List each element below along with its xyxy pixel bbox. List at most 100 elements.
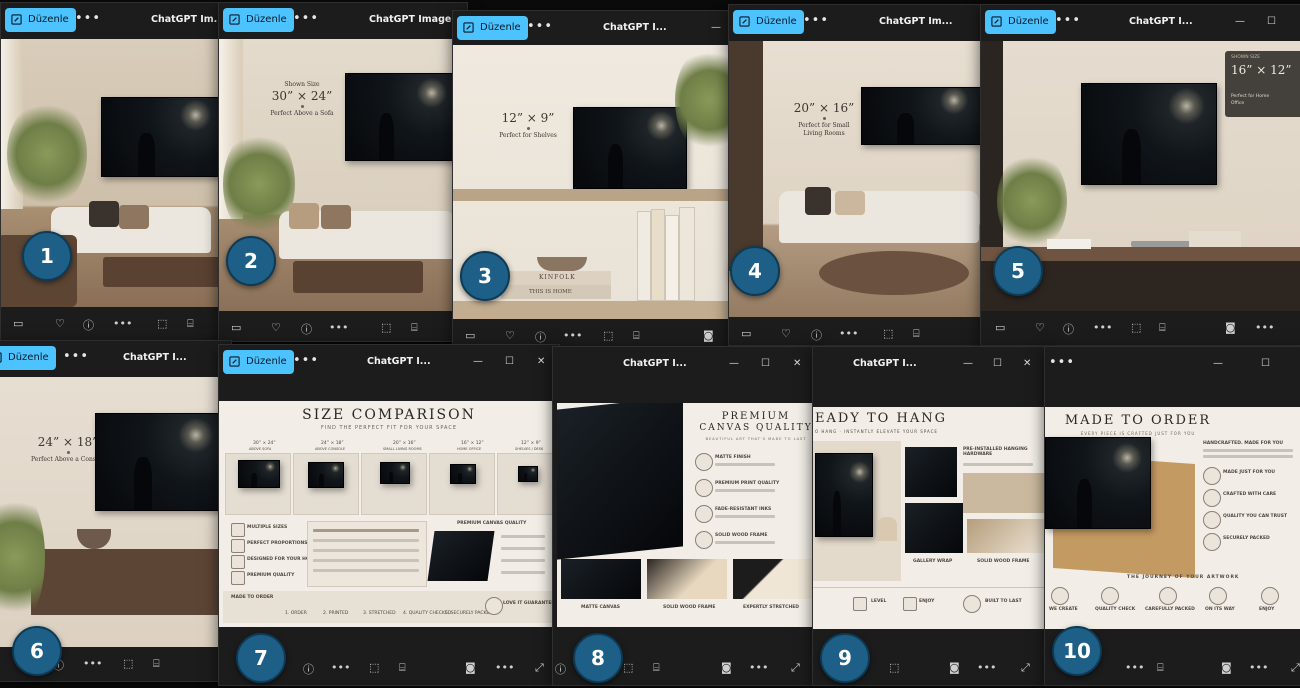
crop-icon[interactable]: ⬚ — [603, 329, 613, 342]
minimize-button[interactable]: — — [1235, 16, 1245, 27]
crop-icon[interactable]: ⬚ — [381, 321, 391, 334]
filmstrip-icon[interactable]: ▭ — [995, 321, 1005, 334]
visual-search-icon[interactable]: ◙ — [703, 329, 714, 342]
crop-icon[interactable]: ⬚ — [889, 661, 899, 674]
filmstrip-icon[interactable]: ▭ — [741, 327, 751, 340]
minimize-button[interactable]: — — [729, 358, 739, 369]
info-icon[interactable]: ⓘ — [555, 661, 566, 677]
window-titlebar: Düzenle ••• ChatGPT Im... — [1, 3, 229, 39]
text-scan-icon[interactable]: ⌸ — [1159, 321, 1166, 335]
heart-icon[interactable]: ♡ — [271, 321, 281, 334]
window-title: ChatGPT I... — [603, 22, 667, 33]
maximize-button[interactable]: ☐ — [1261, 358, 1270, 369]
info-icon[interactable]: ⓘ — [301, 321, 312, 337]
number-badge: 6 — [12, 626, 62, 676]
edit-button[interactable]: Düzenle — [985, 10, 1056, 34]
edit-pencil-icon — [229, 14, 240, 25]
filmstrip-icon[interactable]: ▭ — [231, 321, 241, 334]
close-button[interactable]: ✕ — [793, 358, 801, 369]
text-scan-icon[interactable]: ⌸ — [411, 321, 418, 335]
more-options-button[interactable]: ••• — [803, 13, 829, 28]
photo-toolbar: ▭ ♡ ⓘ ••• ⬚ ⌸ ◙ ••• — [981, 311, 1300, 345]
text-scan-icon[interactable]: ⌸ — [187, 317, 194, 331]
maximize-button[interactable]: ☐ — [993, 358, 1002, 369]
more-options-button[interactable]: ••• — [1093, 321, 1112, 334]
visual-search-icon[interactable]: ◙ — [465, 661, 476, 674]
heart-icon[interactable]: ♡ — [505, 329, 515, 342]
edit-button[interactable]: Düzenle — [223, 350, 294, 374]
visual-search-icon[interactable]: ◙ — [949, 661, 960, 674]
window-titlebar: ChatGPT I... — ☐ ✕ — [553, 347, 819, 383]
card-heading-2: CANVAS QUALITY — [699, 423, 813, 433]
heart-icon[interactable]: ♡ — [1035, 321, 1045, 334]
more-options-button[interactable]: ••• — [495, 661, 514, 674]
minimize-button[interactable]: — — [1213, 358, 1223, 369]
more-options-button[interactable]: ••• — [293, 353, 319, 368]
fullscreen-icon[interactable]: ⤢ — [535, 661, 544, 675]
heart-icon[interactable]: ♡ — [55, 317, 65, 330]
edit-button[interactable]: Düzenle — [457, 16, 528, 40]
more-options-button[interactable]: ••• — [1249, 661, 1268, 674]
number-badge: 5 — [993, 246, 1043, 296]
edit-button[interactable]: Düzenle — [223, 8, 294, 32]
heart-icon[interactable]: ♡ — [781, 327, 791, 340]
filmstrip-icon[interactable]: ▭ — [465, 329, 475, 342]
edit-button[interactable]: Düzenle — [733, 10, 804, 34]
crop-icon[interactable]: ⬚ — [123, 657, 133, 670]
window-title: ChatGPT I... — [1129, 16, 1193, 27]
more-options-button[interactable]: ••• — [63, 349, 89, 364]
more-options-button[interactable]: ••• — [1125, 661, 1144, 674]
more-options-button[interactable]: ••• — [1255, 321, 1274, 334]
edit-button[interactable]: Düzenle — [5, 8, 76, 32]
more-options-button[interactable]: ••• — [83, 657, 102, 670]
more-options-button[interactable]: ••• — [329, 321, 348, 334]
crop-icon[interactable]: ⬚ — [1131, 321, 1141, 334]
more-options-button[interactable]: ••• — [839, 327, 858, 340]
more-options-button[interactable]: ••• — [977, 661, 996, 674]
visual-search-icon[interactable]: ◙ — [1225, 321, 1236, 334]
text-scan-icon[interactable]: ⌸ — [913, 327, 920, 341]
close-button[interactable]: ✕ — [1023, 358, 1031, 369]
maximize-button[interactable]: ☐ — [761, 358, 770, 369]
maximize-button[interactable]: ☐ — [1267, 16, 1276, 27]
text-scan-icon[interactable]: ⌸ — [1157, 661, 1164, 675]
fullscreen-icon[interactable]: ⤢ — [791, 661, 800, 675]
photo-window-5: Düzenle ••• ChatGPT I... — ☐ SHOWN SIZE … — [980, 4, 1300, 346]
minimize-button[interactable]: — — [473, 356, 483, 367]
text-scan-icon[interactable]: ⌸ — [653, 661, 660, 675]
artwork-canvas — [573, 107, 687, 189]
more-options-button[interactable]: ••• — [1055, 13, 1081, 28]
info-icon[interactable]: ⓘ — [811, 327, 822, 343]
close-button[interactable]: ✕ — [537, 356, 545, 367]
more-options-button[interactable]: ••• — [113, 317, 132, 330]
crop-icon[interactable]: ⬚ — [369, 661, 379, 674]
more-options-button[interactable]: ••• — [293, 11, 319, 26]
minimize-button[interactable]: — — [963, 358, 973, 369]
edit-button[interactable]: Düzenle — [0, 346, 56, 370]
artwork-canvas — [1081, 83, 1217, 185]
info-icon[interactable]: ⓘ — [303, 661, 314, 677]
more-options-button[interactable]: ••• — [75, 11, 101, 26]
info-icon[interactable]: ⓘ — [83, 317, 94, 333]
more-options-button[interactable]: ••• — [749, 661, 768, 674]
minimize-button[interactable]: — — [711, 22, 721, 33]
info-icon[interactable]: ⓘ — [535, 329, 546, 345]
more-options-button[interactable]: ••• — [563, 329, 582, 342]
text-scan-icon[interactable]: ⌸ — [399, 661, 406, 675]
more-options-button[interactable]: ••• — [331, 661, 350, 674]
info-icon[interactable]: ⓘ — [1063, 321, 1074, 337]
text-scan-icon[interactable]: ⌸ — [633, 329, 640, 343]
maximize-button[interactable]: ☐ — [505, 356, 514, 367]
fullscreen-icon[interactable]: ⤢ — [1291, 661, 1300, 675]
crop-icon[interactable]: ⬚ — [623, 661, 633, 674]
photo-toolbar: ▭ ♡ ⓘ ••• ⬚ ⌸ — [1, 307, 229, 341]
text-scan-icon[interactable]: ⌸ — [153, 657, 160, 671]
more-options-button[interactable]: ••• — [1049, 355, 1075, 370]
filmstrip-icon[interactable]: ▭ — [13, 317, 23, 330]
more-options-button[interactable]: ••• — [527, 19, 553, 34]
fullscreen-icon[interactable]: ⤢ — [1021, 661, 1030, 675]
visual-search-icon[interactable]: ◙ — [721, 661, 732, 674]
crop-icon[interactable]: ⬚ — [883, 327, 893, 340]
visual-search-icon[interactable]: ◙ — [1221, 661, 1232, 674]
crop-icon[interactable]: ⬚ — [157, 317, 167, 330]
